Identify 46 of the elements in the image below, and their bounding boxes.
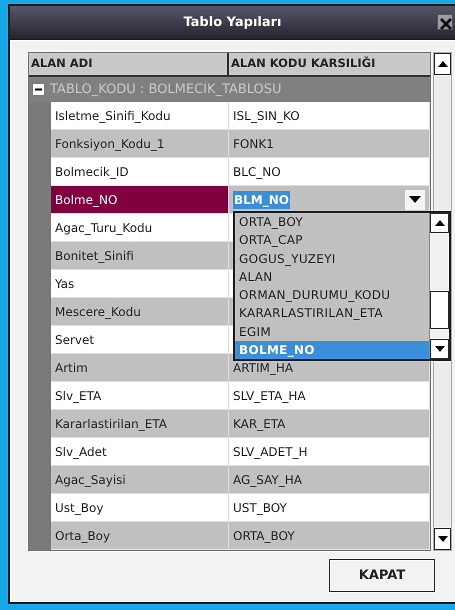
table-cell[interactable]: Bonitet_Sinifi <box>51 242 229 270</box>
table-cell[interactable]: BLC_NO <box>229 158 430 186</box>
table-cell[interactable]: AG_SAY_HA <box>229 466 430 494</box>
window-title: Tablo Yapıları <box>183 14 282 32</box>
table-cell[interactable]: UST_BOY <box>229 494 430 522</box>
dropdown-option[interactable]: ALAN <box>235 268 429 286</box>
close-icon[interactable] <box>437 14 453 30</box>
table-cell[interactable]: FONK1 <box>229 130 430 158</box>
table-cell[interactable]: Mescere_Kodu <box>51 298 229 326</box>
table-cell[interactable]: Yas <box>51 270 229 298</box>
column-header[interactable]: ALAN ADI <box>29 53 229 75</box>
table-cell[interactable]: Isletme_Sinifi_Kodu <box>51 102 229 130</box>
table-cell[interactable]: ISL_SIN_KO <box>229 102 430 130</box>
table-cell[interactable]: KAR_ETA <box>229 410 430 438</box>
table-cell[interactable]: Agac_Turu_Kodu <box>51 214 229 242</box>
table-cell[interactable]: Bolme_NO <box>51 186 229 214</box>
table-cell[interactable]: Bolmecik_ID <box>51 158 229 186</box>
table-cell[interactable]: ORTA_BOY <box>229 522 430 550</box>
dropdown-option[interactable]: ORMAN_DURUMU_KODU <box>235 286 429 304</box>
table-cell[interactable]: Slv_Adet <box>51 438 229 466</box>
table-cell[interactable]: Kararlastirilan_ETA <box>51 410 229 438</box>
scroll-up-icon[interactable] <box>438 61 448 67</box>
table-cell[interactable]: SLV_ADET_H <box>229 438 430 466</box>
dropdown-option[interactable]: ORTA_CAP <box>235 231 429 250</box>
dropdown-option[interactable]: EGIM <box>235 322 429 341</box>
scroll-down-icon[interactable] <box>438 536 448 542</box>
table-cell[interactable]: Artim <box>51 354 229 382</box>
dropdown-option[interactable]: KARARLASTIRILAN_ETA <box>235 304 429 322</box>
scroll-up-icon[interactable] <box>434 220 444 226</box>
column-header[interactable]: ALAN KODU KARSILIĞI <box>229 53 430 75</box>
group-label: TABLO_KODU : BOLMECIK_TABLOSU <box>50 80 282 99</box>
scroll-thumb[interactable] <box>430 291 449 329</box>
close-button[interactable]: KAPAT <box>329 559 435 592</box>
table-cell[interactable]: Servet <box>51 326 229 354</box>
table-cell[interactable]: Orta_Boy <box>51 522 229 550</box>
table-cell[interactable]: Fonksiyon_Kodu_1 <box>51 130 229 158</box>
table-cell[interactable]: SLV_ETA_HA <box>229 382 430 410</box>
scrollbar[interactable] <box>429 213 449 359</box>
dropdown-option[interactable]: ORTA_BOY <box>235 213 429 232</box>
table-cell[interactable]: Ust_Boy <box>51 494 229 522</box>
table-cell[interactable]: Slv_ETA <box>51 382 229 410</box>
dropdown-list[interactable]: ORTA_BOY ORTA_CAP GOGUS_YUZEYI ALAN ORMAN_DURUMU_KODU KARARLASTIRILAN_ETA EGIM BOLME_NO <box>233 211 451 361</box>
scroll-down-icon[interactable] <box>434 346 444 352</box>
dropdown-option[interactable]: GOGUS_YUZEYI <box>235 250 429 268</box>
collapse-icon[interactable] <box>33 84 44 95</box>
table-cell[interactable]: Agac_Sayisi <box>51 466 229 494</box>
